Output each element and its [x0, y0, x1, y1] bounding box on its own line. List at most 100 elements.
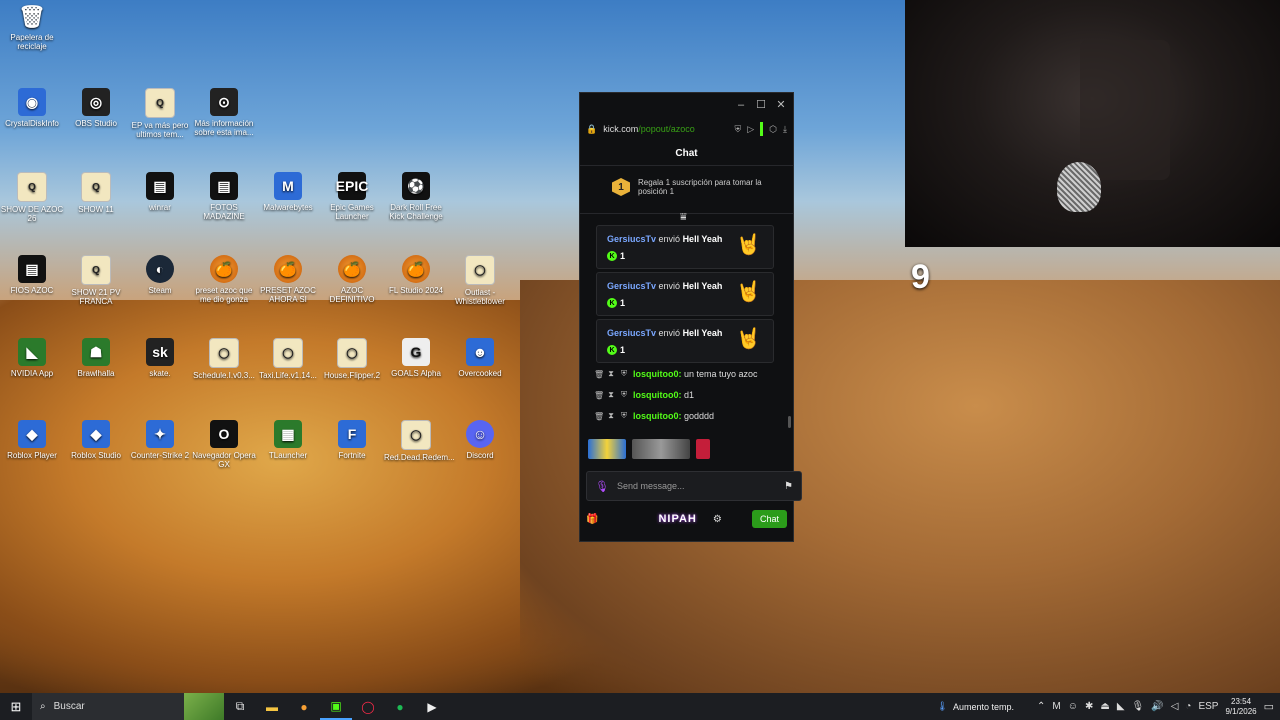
search-highlight-image[interactable]	[184, 693, 224, 720]
desktop-shortcut[interactable]: Q EP va más pero ultimos tem...	[128, 88, 192, 139]
gift-card[interactable]: GersiucsTv envió Hell Yeah K 1 🤘	[596, 319, 774, 363]
microphone-icon[interactable]: 🎙	[595, 480, 609, 493]
speaker-icon[interactable]: ◁	[1171, 701, 1179, 712]
desktop-shortcut[interactable]: G GOALS Alpha	[384, 338, 448, 378]
kick-taskbar-icon[interactable]: ▣	[320, 693, 352, 720]
timeout-icon[interactable]: ⧗	[607, 369, 615, 379]
desktop-shortcut[interactable]: ◯ Schedule.I.v0.3...	[192, 338, 256, 380]
desktop-shortcut[interactable]: ☻ Overcooked	[448, 338, 512, 378]
delete-icon[interactable]: 🗑	[594, 391, 604, 400]
chat-username[interactable]: losquitoo0:	[633, 411, 682, 421]
usb-icon[interactable]: ⏏	[1100, 701, 1109, 712]
desktop-shortcut[interactable]: ◯ House.Flipper.2	[320, 338, 384, 380]
desktop-shortcut[interactable]: ◯ Taxi.Life.v1.14...	[256, 338, 320, 380]
message-input[interactable]: 🎙 Send message... ⚑	[586, 471, 802, 501]
desktop-shortcut[interactable]: ✦ Counter-Strike 2	[128, 420, 192, 460]
nvidia-tray-icon[interactable]: ◣	[1117, 701, 1125, 712]
notifications-icon[interactable]: ▭	[1264, 700, 1274, 713]
desktop-shortcut[interactable]: Q SHOW DE AZOC 26	[0, 172, 64, 223]
spotify-icon[interactable]: ●	[384, 693, 416, 720]
desktop-shortcut[interactable]: EPIC Epic Games Launcher	[320, 172, 384, 221]
red-emote[interactable]	[696, 439, 710, 459]
extensions-icon[interactable]: ⬡	[769, 124, 777, 135]
weather-widget[interactable]: 🌡 Aumento temp.	[937, 701, 1014, 712]
chat-scrollbar[interactable]	[788, 416, 791, 428]
gear-icon[interactable]: ⚙	[713, 514, 722, 525]
ban-icon[interactable]: ⛨	[620, 390, 628, 400]
opera-gx-taskbar-icon[interactable]: ◯	[352, 693, 384, 720]
clock[interactable]: 23:54 9/1/2026	[1225, 697, 1256, 717]
desktop-shortcut[interactable]: O Navegador Opera GX	[192, 420, 256, 469]
chat-message[interactable]: 🗑 ⧗ ⛨ losquitoo0: un tema tuyo azoc	[594, 369, 758, 379]
desktop-shortcut[interactable]: M Malwarebytes	[256, 172, 320, 212]
play-icon[interactable]: ▷	[747, 124, 754, 135]
desktop-shortcut[interactable]: ▦ TLauncher	[256, 420, 320, 460]
desktop-shortcut[interactable]: ◎ OBS Studio	[64, 88, 128, 128]
discord-tray-icon[interactable]: ☺	[1068, 701, 1078, 712]
desktop-shortcut[interactable]: ⚽ Dark Roll Free Kick Challenge	[384, 172, 448, 221]
desktop-shortcut[interactable]: ☺ Discord	[448, 420, 512, 460]
pinned-toggle-icon[interactable]: ⩸	[680, 211, 687, 224]
desktop-shortcut[interactable]: ◆ Roblox Studio	[64, 420, 128, 460]
language-indicator[interactable]: ESP	[1198, 701, 1218, 712]
task-view-icon[interactable]: ⧉	[224, 693, 256, 720]
desktop-shortcut[interactable]: ▤ winrar	[128, 172, 192, 212]
desktop-shortcut[interactable]: ◉ CrystalDiskInfo	[0, 88, 64, 128]
send-chat-button[interactable]: Chat	[751, 510, 787, 528]
minion-emote[interactable]	[588, 439, 626, 459]
malwarebytes-tray-icon[interactable]: M	[1052, 701, 1060, 712]
emote-picker-icon[interactable]: ⚑	[784, 481, 793, 492]
desktop-shortcut[interactable]: ▤ FOTOS MADAZINE	[192, 172, 256, 221]
search-placeholder[interactable]: Buscar	[54, 701, 85, 712]
desktop-shortcut[interactable]: ◐ Steam	[128, 255, 192, 295]
desktop-shortcut[interactable]: ⊙ Más información sobre esta ima...	[192, 88, 256, 137]
gift-username[interactable]: GersiucsTv	[607, 328, 656, 338]
delete-icon[interactable]: 🗑	[594, 412, 604, 421]
gift-username[interactable]: GersiucsTv	[607, 234, 656, 244]
desktop-shortcut[interactable]: F Fortnite	[320, 420, 384, 460]
chat-username[interactable]: losquitoo0:	[633, 369, 682, 379]
ban-icon[interactable]: ⛨	[620, 369, 628, 379]
media-player-icon[interactable]: ▶	[416, 693, 448, 720]
mic-tray-icon[interactable]: 🎙	[1132, 701, 1145, 712]
desktop-shortcut[interactable]: 🍊 AZOC DEFINITIVO	[320, 255, 384, 304]
search-box[interactable]: ⌕ Buscar	[32, 693, 184, 720]
maximize-icon[interactable]: ☐	[754, 98, 768, 112]
shield-icon[interactable]: ⛨	[734, 124, 741, 135]
gift-icon[interactable]: 🎁	[586, 514, 598, 525]
message-input-placeholder[interactable]: Send message...	[617, 481, 776, 491]
desktop-shortcut[interactable]: 🍊 FL Studio 2024	[384, 255, 448, 295]
windows-start-icon[interactable]: ⊞	[0, 693, 32, 720]
kick-chat-window[interactable]: – ☐ ✕ 🔒 kick.com/popout/azoco ⛨ ▷ ⬡ ⤓ Ch…	[579, 92, 802, 542]
desktop-shortcut[interactable]: 🍊 preset azoc que me dio gonza	[192, 255, 256, 304]
volume-icon[interactable]: 🔊	[1151, 701, 1163, 712]
gift-sub-banner[interactable]: 1 Regala 1 suscripción para tomar la pos…	[612, 178, 768, 196]
desktop-shortcut[interactable]: 🍊 PRESET AZOC AHORA SI	[256, 255, 320, 304]
network-icon[interactable]: ◔	[1185, 701, 1191, 712]
window-titlebar[interactable]: – ☐ ✕	[580, 93, 793, 117]
desktop-shortcut[interactable]: 🗑 Papelera de reciclaje	[0, 2, 64, 51]
fl-studio-taskbar-icon[interactable]: ●	[288, 693, 320, 720]
url-text[interactable]: kick.com/popout/azoco	[603, 124, 728, 134]
file-explorer-icon[interactable]: ▬	[256, 693, 288, 720]
timeout-icon[interactable]: ⧗	[607, 411, 615, 421]
desktop-shortcut[interactable]: Q SHOW 21 PV FRANCA	[64, 255, 128, 306]
gift-card[interactable]: GersiucsTv envió Hell Yeah K 1 🤘	[596, 272, 774, 316]
bluetooth-icon[interactable]: ✱	[1085, 701, 1093, 712]
download-icon[interactable]: ⤓	[783, 124, 787, 135]
ban-icon[interactable]: ⛨	[620, 411, 628, 421]
minimize-icon[interactable]: –	[734, 98, 748, 112]
gift-username[interactable]: GersiucsTv	[607, 281, 656, 291]
desktop-shortcut[interactable]: ◆ Roblox Player	[0, 420, 64, 460]
desktop-shortcut[interactable]: Q SHOW 11	[64, 172, 128, 214]
delete-icon[interactable]: 🗑	[594, 370, 604, 379]
desktop-shortcut[interactable]: ◯ Outlast - Whistleblower	[448, 255, 512, 306]
gift-card[interactable]: GersiucsTv envió Hell Yeah K 1 🤘	[596, 225, 774, 269]
timeout-icon[interactable]: ⧗	[607, 390, 615, 400]
close-icon[interactable]: ✕	[774, 98, 788, 112]
chat-username[interactable]: losquitoo0:	[633, 390, 682, 400]
chevron-up-icon[interactable]: ⌃	[1037, 701, 1045, 712]
address-bar[interactable]: 🔒 kick.com/popout/azoco ⛨ ▷ ⬡ ⤓	[580, 119, 793, 139]
desktop-shortcut[interactable]: ☗ Brawlhalla	[64, 338, 128, 378]
desktop-shortcut[interactable]: sk skate.	[128, 338, 192, 378]
